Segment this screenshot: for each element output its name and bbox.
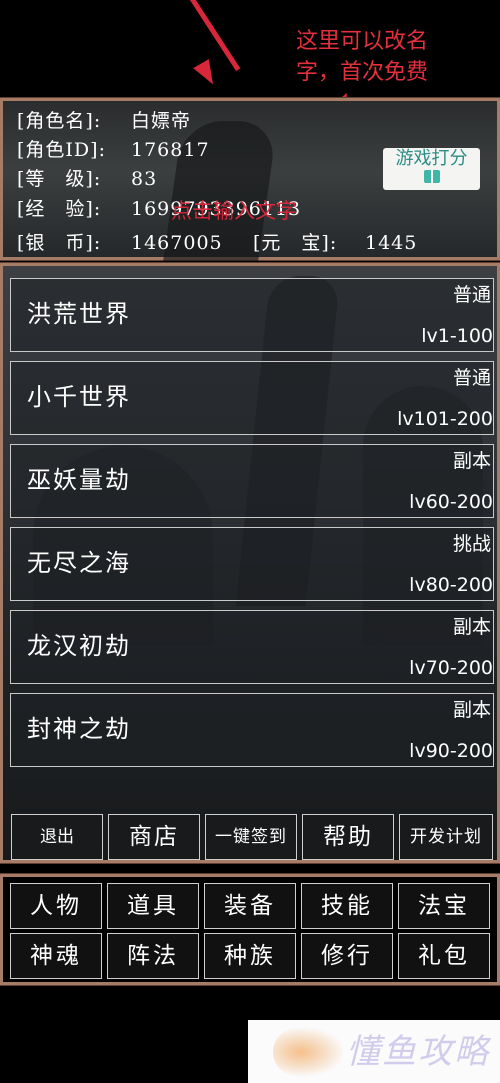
world-type: 副本	[452, 699, 491, 721]
help-label: 帮助	[323, 824, 373, 850]
world-card-wujin[interactable]: 无尽之海 挑战 lv80-200	[10, 527, 494, 601]
rate-game-button[interactable]: 游戏打分	[383, 148, 480, 190]
world-name: 封神之劫	[27, 715, 131, 743]
world-type: 副本	[452, 450, 491, 472]
player-level-row: [等 级]: 83	[17, 167, 157, 191]
watermark: 懂鱼攻略	[248, 1020, 500, 1083]
shop-label: 商店	[129, 824, 179, 850]
player-level: 83	[131, 168, 158, 190]
world-level-range: lv1-100	[421, 325, 493, 347]
player-name-label: [角色名]:	[17, 110, 102, 132]
nav-treasure-button[interactable]: 法宝	[398, 883, 490, 929]
nav-skills-button[interactable]: 技能	[301, 883, 393, 929]
top-annotation-area: 这里可以改名字，首次免费	[0, 0, 500, 98]
nav-gift-button[interactable]: 礼包	[398, 933, 490, 979]
checkin-button[interactable]: 一键签到	[205, 814, 297, 860]
shop-button[interactable]: 商店	[108, 814, 200, 860]
world-level-range: lv101-200	[397, 408, 493, 430]
player-yuanbao: 1445	[365, 232, 418, 254]
world-type: 普通	[452, 284, 491, 306]
world-card-xiaoqian[interactable]: 小千世界 普通 lv101-200	[10, 361, 494, 435]
help-button[interactable]: 帮助	[302, 814, 394, 860]
rate-game-label: 游戏打分	[395, 148, 468, 169]
dev-plan-label: 开发计划	[410, 827, 482, 847]
world-level-range: lv80-200	[409, 574, 493, 596]
nav-formation-button[interactable]: 阵法	[107, 933, 199, 979]
world-name: 洪荒世界	[27, 300, 131, 328]
player-silver-label: [银 币]:	[17, 232, 102, 254]
nav-cultivation-button[interactable]: 修行	[301, 933, 393, 979]
world-level-range: lv60-200	[409, 491, 493, 513]
player-id: 176817	[131, 139, 210, 161]
nav-character-button[interactable]: 人物	[10, 883, 102, 929]
nav-soul-button[interactable]: 神魂	[10, 933, 102, 979]
world-level-range: lv90-200	[409, 740, 493, 762]
world-type: 挑战	[452, 533, 491, 555]
exit-button[interactable]: 退出	[11, 814, 103, 860]
bottom-nav-panel: 人物 道具 装备 技能 法宝 神魂 阵法 种族 修行 礼包	[0, 873, 500, 986]
exit-label: 退出	[40, 827, 74, 847]
world-card-honghuang[interactable]: 洪荒世界 普通 lv1-100	[10, 278, 494, 352]
player-id-row: [角色ID]: 176817	[17, 138, 210, 162]
player-yuanbao-row: [元 宝]: 1445	[253, 231, 417, 255]
nav-items-button[interactable]: 道具	[107, 883, 199, 929]
world-name: 巫妖量劫	[27, 466, 131, 494]
world-card-fengshen[interactable]: 封神之劫 副本 lv90-200	[10, 693, 494, 767]
player-exp-label: [经 验]:	[17, 198, 102, 220]
world-name: 无尽之海	[27, 549, 131, 577]
gift-icon	[423, 170, 440, 183]
player-id-label: [角色ID]:	[17, 139, 106, 161]
dev-plan-button[interactable]: 开发计划	[399, 814, 493, 860]
world-name: 小千世界	[27, 383, 131, 411]
world-name: 龙汉初劫	[27, 632, 131, 660]
player-silver: 1467005	[131, 232, 223, 254]
nav-equipment-button[interactable]: 装备	[204, 883, 296, 929]
world-select-panel: 洪荒世界 普通 lv1-100 小千世界 普通 lv101-200 巫妖量劫 副…	[0, 262, 500, 864]
watermark-text: 懂鱼攻略	[346, 1032, 490, 1072]
player-yuanbao-label: [元 宝]:	[253, 232, 338, 254]
world-card-wuyao[interactable]: 巫妖量劫 副本 lv60-200	[10, 444, 494, 518]
player-name[interactable]: 白嫖帝	[131, 110, 191, 132]
player-level-label: [等 级]:	[17, 168, 102, 190]
world-type: 副本	[452, 616, 491, 638]
annotation-arrow-line	[186, 0, 241, 72]
action-button-row: 退出 商店 一键签到 帮助 开发计划	[10, 814, 494, 860]
player-stats-panel: [角色名]: 白嫖帝 [角色ID]: 176817 [等 级]: 83 [经 验]: 1…	[0, 97, 500, 261]
player-name-row[interactable]: [角色名]: 白嫖帝	[17, 109, 191, 133]
annotation-arrow-head	[193, 59, 221, 89]
watermark-logo-icon	[273, 1028, 343, 1076]
checkin-label: 一键签到	[215, 827, 287, 847]
player-silver-row: [银 币]: 1467005	[17, 231, 223, 255]
rename-annotation-note: 这里可以改名字，首次免费	[295, 29, 428, 85]
world-card-longhan[interactable]: 龙汉初劫 副本 lv70-200	[10, 610, 494, 684]
input-hint-text: 点击输入文字	[171, 199, 297, 223]
world-type: 普通	[452, 367, 491, 389]
nav-race-button[interactable]: 种族	[204, 933, 296, 979]
world-level-range: lv70-200	[409, 657, 493, 679]
